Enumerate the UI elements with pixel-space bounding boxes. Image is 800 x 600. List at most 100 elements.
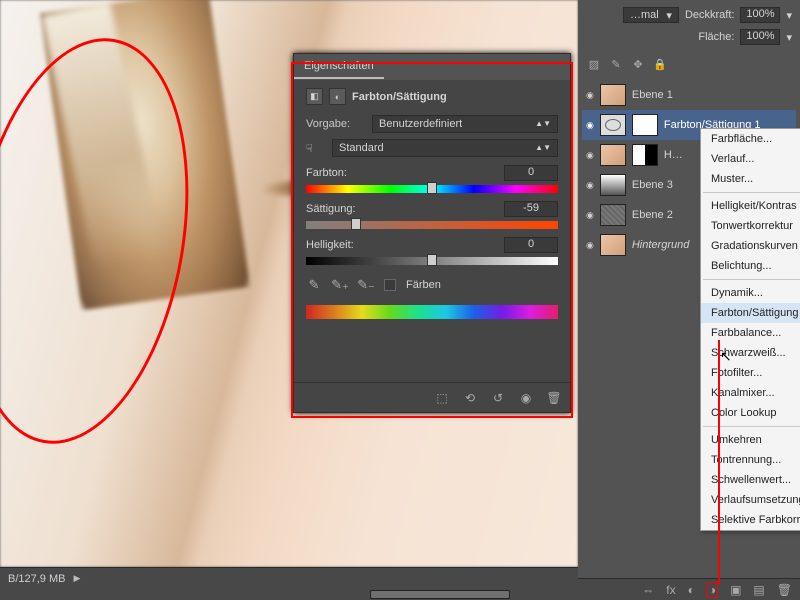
chevron-down-icon[interactable]: ▾: [786, 9, 792, 22]
panel-title: Farbton/Sättigung: [352, 91, 447, 103]
menu-item[interactable]: Belichtung...: [701, 256, 800, 276]
lightness-input[interactable]: 0: [504, 237, 558, 253]
menu-item[interactable]: Muster...: [701, 169, 800, 189]
hue-knob[interactable]: [427, 182, 437, 194]
colorize-checkbox[interactable]: [384, 279, 396, 291]
colorize-label: Färben: [406, 279, 441, 291]
reset-icon[interactable]: ↺: [490, 390, 506, 406]
menu-item[interactable]: Fotofilter...: [701, 363, 800, 383]
opacity-label: Deckkraft:: [685, 9, 735, 21]
visibility-icon[interactable]: [586, 239, 594, 251]
lightness-slider[interactable]: [306, 257, 558, 265]
mask-thumb[interactable]: [632, 144, 658, 166]
range-value: Standard: [339, 142, 384, 154]
menu-item[interactable]: Farbton/Sättigung: [701, 303, 800, 323]
saturation-label: Sättigung:: [306, 203, 356, 215]
visibility-icon[interactable]: [586, 89, 594, 101]
saturation-input[interactable]: -59: [504, 201, 558, 217]
menu-item[interactable]: Verlauf...: [701, 149, 800, 169]
status-bar: B/127,9 MB ▶: [0, 567, 578, 589]
trash-icon[interactable]: 🗑: [546, 390, 562, 406]
eyedropper-add-icon[interactable]: ✎₊: [332, 277, 348, 293]
lock-all-icon[interactable]: 🔒: [652, 56, 668, 72]
fill-input[interactable]: 100%: [740, 29, 780, 45]
visibility-icon[interactable]: [586, 149, 594, 161]
menu-item[interactable]: Schwarzweiß...: [701, 343, 800, 363]
trash-icon[interactable]: 🗑: [777, 583, 792, 597]
menu-item[interactable]: Schwellenwert...: [701, 470, 800, 490]
hue-slider[interactable]: [306, 185, 558, 193]
lightness-label: Helligkeit:: [306, 239, 354, 251]
folder-icon[interactable]: ▣: [730, 583, 741, 597]
opacity-input[interactable]: 100%: [740, 7, 780, 23]
menu-item[interactable]: Color Lookup: [701, 403, 800, 423]
layer-name[interactable]: Ebene 1: [632, 89, 792, 101]
adjustment-icon: ◧: [306, 88, 323, 105]
play-icon[interactable]: ▶: [73, 573, 80, 584]
menu-item[interactable]: Dynamik...: [701, 283, 800, 303]
fx-icon[interactable]: fx: [666, 583, 675, 597]
menu-separator: [703, 279, 800, 280]
menu-separator: [703, 192, 800, 193]
menu-item[interactable]: Verlaufsumsetzung: [701, 490, 800, 510]
blend-mode-select[interactable]: …mal ▾: [623, 7, 679, 23]
menu-item[interactable]: Gradationskurven: [701, 236, 800, 256]
menu-item[interactable]: Tonwertkorrektur: [701, 216, 800, 236]
chevron-down-icon: ▲▼: [535, 120, 551, 128]
visibility-icon[interactable]: [586, 119, 594, 131]
lightness-knob[interactable]: [427, 254, 437, 266]
scrollbar-thumb[interactable]: [370, 590, 510, 599]
eyedropper-icon[interactable]: ✎: [306, 277, 322, 293]
horizontal-scrollbar[interactable]: [0, 589, 578, 600]
preset-value: Benutzerdefiniert: [379, 118, 462, 130]
move-icon[interactable]: ✥: [630, 56, 646, 72]
eyedropper-subtract-icon[interactable]: ✎₋: [358, 277, 374, 293]
menu-item[interactable]: Umkehren: [701, 430, 800, 450]
menu-item[interactable]: Farbfläche...: [701, 129, 800, 149]
chevron-down-icon: ▲▼: [535, 144, 551, 152]
properties-tab[interactable]: Eigenschaften: [294, 54, 384, 79]
hue-input[interactable]: 0: [504, 165, 558, 181]
brush-icon[interactable]: ✎: [608, 56, 624, 72]
link-icon[interactable]: ⟲: [462, 390, 478, 406]
layer-row[interactable]: Ebene 1: [582, 80, 796, 110]
properties-panel: Eigenschaften ◧ ◐ Farbton/Sättigung Vorg…: [293, 53, 571, 413]
doc-info: B/127,9 MB: [8, 573, 65, 585]
menu-item[interactable]: Farbbalance...: [701, 323, 800, 343]
layer-thumb: [600, 234, 626, 256]
mask-thumb[interactable]: [632, 114, 658, 136]
finger-icon[interactable]: ☟: [306, 142, 326, 155]
visibility-icon[interactable]: [586, 179, 594, 191]
range-select[interactable]: Standard ▲▼: [332, 139, 558, 157]
chevron-down-icon[interactable]: ▾: [786, 31, 792, 44]
layer-thumb: [600, 204, 626, 226]
blend-mode-value: …mal: [630, 9, 659, 21]
lock-toolbar: ▨ ✎ ✥ 🔒: [578, 54, 800, 78]
saturation-knob[interactable]: [351, 218, 361, 230]
fill-label: Fläche:: [698, 31, 734, 43]
adjustment-layer-icon[interactable]: ◑: [707, 582, 718, 598]
layer-thumb: [600, 174, 626, 196]
layers-bottom-bar: ⇔ fx ◐ ◑ ▣ ▤ 🗑: [578, 578, 800, 600]
hue-label: Farbton:: [306, 167, 347, 179]
visibility-icon[interactable]: [586, 209, 594, 221]
menu-item[interactable]: Tontrennung...: [701, 450, 800, 470]
preset-select[interactable]: Benutzerdefiniert ▲▼: [372, 115, 558, 133]
preset-label: Vorgabe:: [306, 118, 366, 130]
new-layer-icon[interactable]: ▤: [753, 583, 764, 597]
hue-spectrum: [306, 305, 558, 319]
layer-thumb: [600, 84, 626, 106]
saturation-slider[interactable]: [306, 221, 558, 229]
menu-separator: [703, 426, 800, 427]
layer-thumb: [600, 114, 626, 136]
lock-icon[interactable]: ▨: [586, 56, 602, 72]
mask-add-icon[interactable]: ◐: [688, 583, 695, 597]
menu-item[interactable]: Helligkeit/Kontras: [701, 196, 800, 216]
visibility-icon[interactable]: ◉: [518, 390, 534, 406]
adjustment-context-menu[interactable]: Farbfläche...Verlauf...Muster... Helligke…: [700, 128, 800, 531]
menu-item[interactable]: Selektive Farbkorr: [701, 510, 800, 530]
mask-icon: ◐: [329, 88, 346, 105]
clip-icon[interactable]: ⬚: [434, 390, 450, 406]
menu-item[interactable]: Kanalmixer...: [701, 383, 800, 403]
link-layers-icon[interactable]: ⇔: [642, 583, 654, 597]
